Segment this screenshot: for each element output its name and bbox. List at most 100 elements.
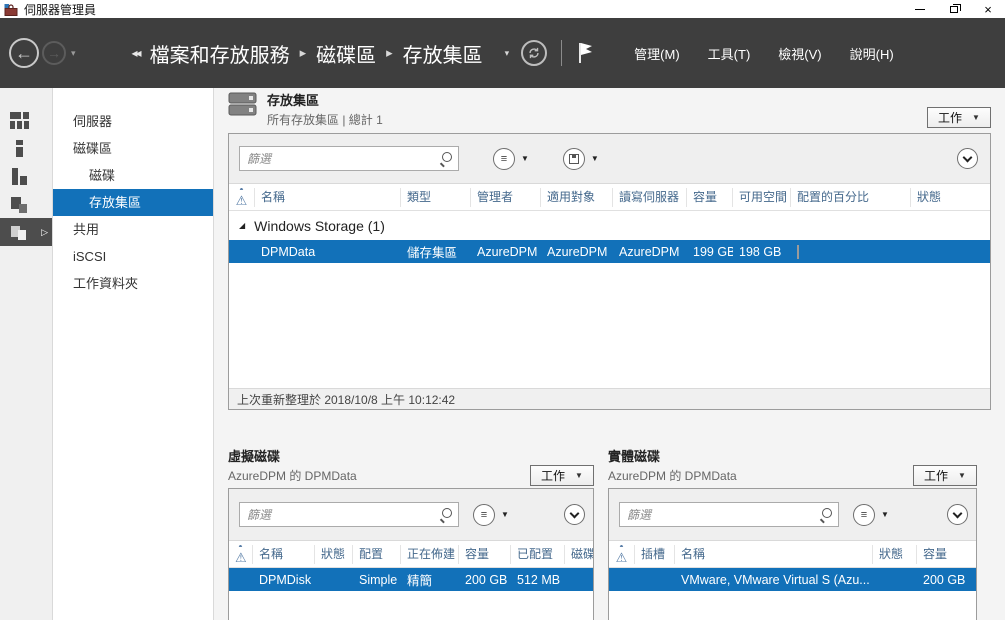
menu-view[interactable]: 檢視(V) <box>778 44 821 63</box>
column-managed-by[interactable]: 管理者 <box>471 187 541 207</box>
search-icon <box>819 508 832 521</box>
column-allocated[interactable]: 已配置 <box>511 544 565 564</box>
column-percent-allocated[interactable]: 配置的百分比 <box>791 187 911 207</box>
column-available-to[interactable]: 適用對象 <box>541 187 613 207</box>
collapse-group-icon[interactable]: ◢ <box>239 221 245 230</box>
save-icon <box>568 153 579 164</box>
flag-icon <box>579 43 593 63</box>
last-refreshed-status: 上次重新整理於 2018/10/8 上午 10:12:42 <box>229 388 990 409</box>
back-button[interactable]: ← <box>9 38 39 68</box>
filter-list-dropdown-button[interactable]: ≡ ▼ <box>493 147 529 170</box>
cell-name: DPMDisk <box>259 572 312 587</box>
restore-button[interactable] <box>937 0 971 18</box>
physical-disks-subtitle: AzureDPM 的 DPMData <box>608 469 737 483</box>
minimize-button[interactable] <box>903 0 937 18</box>
virtual-disks-tasks-button[interactable]: 工作 ▼ <box>530 465 594 486</box>
local-server-icon[interactable] <box>0 134 52 162</box>
breadcrumb-volumes[interactable]: 磁碟區 <box>316 39 376 68</box>
breadcrumb-separator-icon: ▸ <box>299 45 307 60</box>
table-row-vmware-disk[interactable]: VMware, VMware Virtual S (Azu... 200 GB <box>609 568 976 591</box>
close-button[interactable]: × <box>971 0 1005 18</box>
refresh-button[interactable] <box>521 40 548 66</box>
storage-pools-subtitle: 所有存放集區 | 總計 1 <box>267 113 383 127</box>
column-capacity[interactable]: 容量 <box>687 187 733 207</box>
cell-managed-by: AzureDPM <box>477 244 538 259</box>
list-icon: ≡ <box>860 508 868 521</box>
notifications-flag-button[interactable] <box>574 40 596 66</box>
column-status[interactable]: 狀態 <box>873 544 917 564</box>
forward-arrow-icon: → <box>47 45 61 61</box>
percent-allocated-bar <box>797 244 799 259</box>
file-storage-services-icon[interactable] <box>0 190 52 218</box>
cell-capacity: 200 GB <box>923 572 966 587</box>
tasks-dropdown-icon: ▼ <box>958 471 966 480</box>
saved-filters-dropdown-button[interactable]: ▼ <box>562 147 599 170</box>
forward-button[interactable]: → <box>42 41 66 65</box>
sidebar-item-storage-pools[interactable]: 存放集區 <box>53 189 213 216</box>
virtual-disks-filter-input[interactable] <box>239 502 459 527</box>
storage-pools-panel: ≡ ▼ ▼ ▲⚠ 名稱 類型 管理者 適用對象 讀寫伺服器 <box>228 133 991 410</box>
list-icon: ≡ <box>480 508 488 521</box>
menu-help[interactable]: 說明(H) <box>850 44 894 63</box>
filter-list-dropdown-button[interactable]: ≡ ▼ <box>473 503 509 526</box>
menu-tools[interactable]: 工具(T) <box>708 44 751 63</box>
all-servers-icon[interactable] <box>0 162 52 190</box>
sidebar-item-servers[interactable]: 伺服器 <box>53 108 213 135</box>
table-row-dpmdata[interactable]: DPMData 儲存集區 AzureDPM AzureDPM AzureDPM … <box>229 240 990 263</box>
history-dropdown-icon[interactable]: ▾ <box>71 48 76 59</box>
table-row-dpmdisk[interactable]: DPMDisk Simple 精簡 200 GB 512 MB <box>229 568 593 591</box>
alert-column-header[interactable]: ▲ ⚠ <box>229 544 253 564</box>
collapse-panel-button[interactable] <box>564 504 585 525</box>
filter-list-dropdown-button[interactable]: ≡ ▼ <box>853 503 889 526</box>
breadcrumb-dropdown-icon[interactable]: ▾ <box>505 48 510 59</box>
cell-layout: Simple <box>359 572 398 587</box>
virtual-disks-panel: ≡ ▼ ▲⚠ 名稱 狀態 配置 正在佈建 容量 已配置 <box>228 488 594 620</box>
section-icon-strip: ▷ <box>0 88 53 620</box>
sidebar-item-iscsi[interactable]: iSCSI <box>53 243 213 270</box>
dashboard-icon[interactable] <box>0 106 52 134</box>
search-icon <box>439 152 452 165</box>
column-status[interactable]: 狀態 <box>911 188 990 207</box>
collapse-panel-button[interactable] <box>947 504 968 525</box>
column-name[interactable]: 名稱 <box>255 187 401 207</box>
table-empty-area <box>229 591 593 620</box>
column-slot[interactable]: 插槽 <box>635 544 675 564</box>
physical-disks-table-header: ▲ ⚠ 插槽 名稱 狀態 容量 <box>609 541 976 568</box>
breadcrumb-storage-pools[interactable]: 存放集區 <box>403 39 483 68</box>
breadcrumb-file-storage-services[interactable]: 檔案和存放服務 <box>150 39 290 68</box>
sidebar-navigation: 伺服器 磁碟區 磁碟 存放集區 共用 iSCSI 工作資料夾 <box>53 88 214 620</box>
cell-available-to: AzureDPM <box>547 244 608 259</box>
current-section-icon[interactable]: ▷ <box>0 218 52 246</box>
physical-disks-header: 實體磁碟 AzureDPM 的 DPMData 工作 ▼ <box>608 446 977 488</box>
storage-pools-title: 存放集區 <box>267 93 320 108</box>
column-name[interactable]: 名稱 <box>675 544 873 564</box>
column-capacity[interactable]: 容量 <box>917 545 976 564</box>
storage-pools-filter-input[interactable] <box>239 146 459 171</box>
column-capacity[interactable]: 容量 <box>459 544 511 564</box>
group-row-windows-storage[interactable]: ◢ Windows Storage (1) <box>229 211 990 240</box>
collapse-panel-button[interactable] <box>957 148 978 169</box>
column-type[interactable]: 類型 <box>401 187 471 207</box>
alert-column-header[interactable]: ▲ ⚠ <box>229 187 255 207</box>
sidebar-item-work-folders[interactable]: 工作資料夾 <box>53 270 213 297</box>
column-clipped[interactable]: 磁碟 <box>565 545 593 564</box>
column-rw-server[interactable]: 讀寫伺服器 <box>613 187 687 207</box>
sidebar-item-volumes[interactable]: 磁碟區 <box>53 135 213 162</box>
menu-manage[interactable]: 管理(M) <box>634 44 680 63</box>
sidebar-item-shares[interactable]: 共用 <box>53 216 213 243</box>
column-status[interactable]: 狀態 <box>315 544 353 564</box>
column-layout[interactable]: 配置 <box>353 544 401 564</box>
chevron-down-icon: ▼ <box>501 510 509 519</box>
physical-disks-tasks-button[interactable]: 工作 ▼ <box>913 465 977 486</box>
column-free-space[interactable]: 可用空間 <box>733 187 791 207</box>
sidebar-item-disks[interactable]: 磁碟 <box>53 162 213 189</box>
virtual-disks-header: 虛擬磁碟 AzureDPM 的 DPMData 工作 ▼ <box>228 446 594 488</box>
column-name[interactable]: 名稱 <box>253 544 315 564</box>
chevron-down-icon: ▼ <box>881 510 889 519</box>
physical-disks-filter-input[interactable] <box>619 502 839 527</box>
alert-column-header[interactable]: ▲ ⚠ <box>609 544 635 564</box>
column-provisioning[interactable]: 正在佈建 <box>401 544 459 564</box>
storage-pool-icon <box>228 90 258 118</box>
storage-pools-tasks-button[interactable]: 工作 ▼ <box>927 107 991 128</box>
restore-icon <box>950 3 961 13</box>
